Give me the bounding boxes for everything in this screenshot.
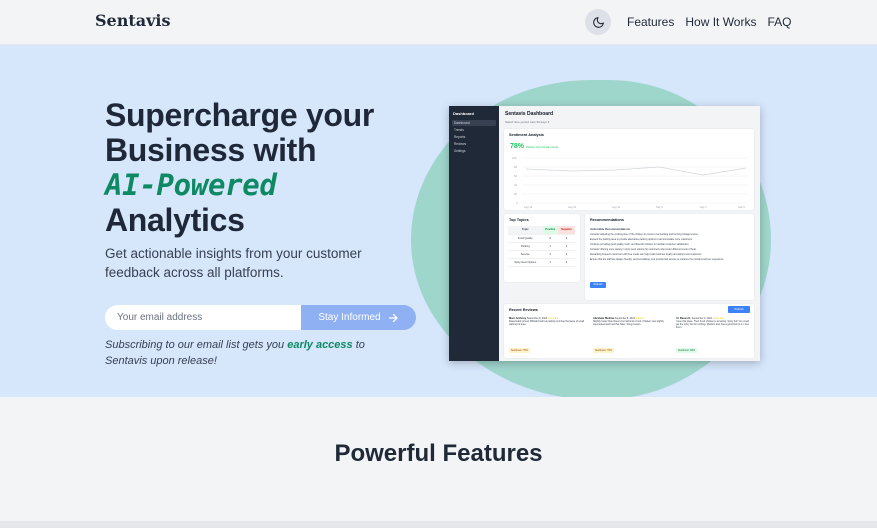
recommendation-item: Expand the parking area to provide alter… bbox=[590, 238, 693, 241]
table-row: Spicy level Options 1 4 bbox=[508, 258, 575, 267]
topics-header: Negative bbox=[558, 226, 575, 235]
email-signup-form: Stay Informed bbox=[105, 305, 416, 330]
x-tick: Sep 7 bbox=[700, 205, 707, 209]
review-item: Yo Daven K. September 2, 2024 ★★★★★ I lo… bbox=[676, 317, 750, 329]
dashboard-sidebar-title: Dashboard bbox=[453, 111, 474, 116]
headline-line-2: Business with bbox=[105, 132, 317, 168]
note-highlight: early access bbox=[287, 339, 353, 351]
review-item: Marc Anthony September 8, 2024 ★★★★★ Rea… bbox=[509, 317, 589, 326]
review-sentiment-badge: Sentiment: 94% bbox=[676, 348, 697, 353]
dashboard-sidebar-item: Dashboard bbox=[452, 120, 496, 126]
recommendations-subtitle: Actionable Recommendations bbox=[590, 227, 631, 231]
topic-cell: Parking bbox=[508, 242, 543, 251]
dashboard-filter: Select time period Last 30 days ▾ bbox=[505, 120, 550, 124]
table-row: Service 4 3 bbox=[508, 250, 575, 259]
brand-logo[interactable]: Sentavis bbox=[95, 11, 171, 30]
y-tick: 80 bbox=[514, 165, 517, 169]
dashboard-title: Sentavis Dashboard bbox=[505, 111, 554, 117]
table-row: Parking 1 1 bbox=[508, 242, 575, 251]
x-tick: Aug 21 bbox=[568, 205, 577, 209]
features-section-title: Powerful Features bbox=[334, 440, 543, 467]
hero-subtitle: Get actionable insights from your custom… bbox=[105, 246, 362, 280]
dashboard-main: Sentavis Dashboard Select time period La… bbox=[499, 106, 760, 361]
topic-cell: 1 bbox=[542, 258, 559, 267]
review-text: Slightly better than Dave's but still ki… bbox=[593, 320, 664, 326]
topic-cell: 1 bbox=[542, 242, 559, 251]
topics-header: Topic bbox=[508, 226, 543, 235]
topic-cell: Spicy level Options bbox=[508, 258, 543, 267]
recommendation-item: Consider offering more variety in spicy … bbox=[590, 248, 697, 251]
dashboard-sidebar-item: Settings bbox=[454, 149, 466, 153]
nav-links: Features How It Works FAQ bbox=[627, 15, 792, 29]
recommendation-item: Consider adjusting the cooking time of t… bbox=[590, 233, 699, 236]
y-tick: 100 bbox=[512, 156, 517, 160]
recent-reviews-card: Recent Reviews Refresh Marc Anthony Sept… bbox=[504, 304, 754, 358]
nav-link-features[interactable]: Features bbox=[627, 15, 674, 29]
x-tick: Aug 31 bbox=[612, 205, 621, 209]
sentiment-percent: 78% bbox=[510, 143, 525, 150]
y-tick: 0 bbox=[516, 201, 518, 205]
nav-link-faq[interactable]: FAQ bbox=[767, 15, 791, 29]
review-sentiment-badge: Sentiment: 70% bbox=[593, 348, 614, 353]
review-text: I love this place. Their fresh chicken i… bbox=[676, 320, 750, 329]
topic-cell: 4 bbox=[542, 250, 559, 259]
recommendation-item: Rewarding frequent customers with free m… bbox=[590, 253, 703, 256]
topic-cell: 3 bbox=[558, 250, 575, 259]
headline-line-3: Analytics bbox=[105, 202, 245, 238]
headline-line-1: Supercharge your bbox=[105, 97, 375, 133]
sentiment-label: Positive over the last period bbox=[526, 146, 558, 149]
recommendations-refresh-button[interactable]: Refresh bbox=[590, 282, 606, 288]
topic-cell: Service bbox=[508, 250, 543, 259]
dashboard-sidebar-item: Trends bbox=[454, 128, 464, 132]
arrow-right-icon bbox=[388, 313, 398, 322]
y-tick: 20 bbox=[514, 192, 517, 196]
top-navbar: Sentavis Features How It Works FAQ bbox=[0, 0, 877, 45]
topic-cell: 1 bbox=[558, 242, 575, 251]
table-row: Food Quality 8 2 bbox=[508, 234, 575, 243]
moon-icon bbox=[592, 16, 604, 28]
y-tick: 40 bbox=[514, 183, 517, 187]
recent-reviews-title: Recent Reviews bbox=[509, 308, 538, 312]
topics-header: Positive bbox=[542, 226, 559, 235]
sentiment-series-line bbox=[525, 166, 747, 176]
topics-table: Topic Positive Negative Food Quality 8 2 P… bbox=[508, 226, 575, 267]
x-tick: Sep 9 bbox=[738, 205, 745, 209]
early-access-note: Subscribing to our email list gets you e… bbox=[105, 337, 405, 369]
top-topics-card: Top Topics Topic Positive Negative Food … bbox=[504, 214, 580, 282]
nav-link-how-it-works[interactable]: How It Works bbox=[685, 15, 756, 29]
hero-headline: Supercharge your Business with AI-Powere… bbox=[105, 98, 374, 238]
dashboard-sidebar-item: Reviews bbox=[454, 142, 467, 146]
review-sentiment-badge: Sentiment: 75% bbox=[509, 348, 530, 353]
topic-cell: 4 bbox=[558, 258, 575, 267]
dashboard-preview: Dashboard Dashboard Trends Reports Revie… bbox=[449, 106, 760, 361]
review-text: Reasonably priced. BIGGE food but parkin… bbox=[509, 320, 585, 326]
topic-cell: 2 bbox=[558, 234, 575, 243]
theme-toggle-button[interactable] bbox=[585, 9, 611, 35]
headline-ai-powered: AI-Powered bbox=[105, 168, 277, 202]
x-tick: Sep 3 bbox=[656, 205, 663, 209]
section-divider bbox=[0, 521, 877, 528]
review-item: Abraham Medina September 8, 2024 ★★★★ Sl… bbox=[593, 317, 673, 326]
topic-cell: 8 bbox=[542, 234, 559, 243]
dashboard-sidebar: Dashboard Dashboard Trends Reports Revie… bbox=[449, 106, 499, 361]
recommendation-item: Continue providing good quality, fresh, … bbox=[590, 243, 690, 246]
stay-informed-button[interactable]: Stay Informed bbox=[301, 305, 416, 330]
sentiment-line-chart: 100 80 60 40 20 0 Aug 18 Aug 21 Aug 31 S… bbox=[512, 156, 748, 209]
topic-cell: Food Quality bbox=[508, 234, 543, 243]
dashboard-sidebar-item: Reports bbox=[454, 135, 466, 139]
y-tick: 60 bbox=[514, 174, 517, 178]
x-tick: Aug 18 bbox=[524, 205, 533, 209]
recommendations-card: Recommendations Actionable Recommendatio… bbox=[585, 214, 754, 300]
recommendations-title: Recommendations bbox=[590, 218, 624, 222]
top-topics-title: Top Topics bbox=[509, 218, 529, 222]
reviews-refresh-button[interactable]: Refresh bbox=[728, 306, 750, 313]
sentiment-card: Sentiment Analysis 78% Positive over the… bbox=[504, 129, 754, 210]
stay-informed-label: Stay Informed bbox=[318, 312, 381, 323]
email-input[interactable] bbox=[105, 305, 301, 330]
note-text-before: Subscribing to our email list gets you bbox=[105, 339, 288, 351]
recommendation-item: Ensure that the staff are always friendl… bbox=[590, 258, 725, 261]
sentiment-title: Sentiment Analysis bbox=[509, 133, 544, 137]
hero-section: Supercharge your Business with AI-Powere… bbox=[0, 45, 877, 397]
